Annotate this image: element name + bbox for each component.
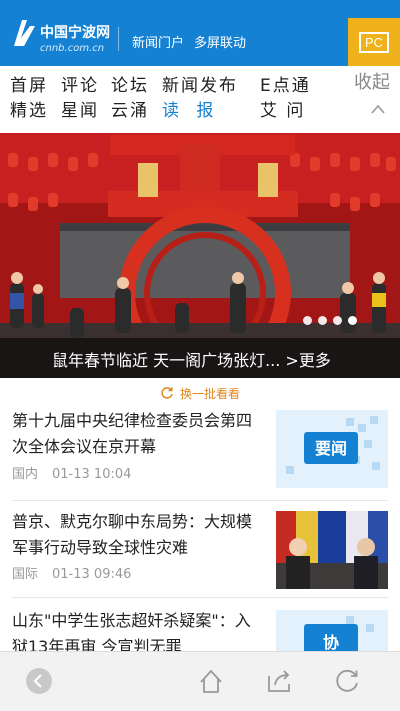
- news-item[interactable]: 山东"中学生张志超奸杀疑案"：入狱13年再审 今宣判无罪 协: [0, 598, 400, 651]
- news-category: 国内: [12, 467, 39, 482]
- refresh-batch-link[interactable]: 换一批看看: [0, 380, 400, 406]
- nav-label: 星闻: [61, 101, 99, 121]
- carousel-dot-active[interactable]: [348, 316, 357, 325]
- news-thumb-graphic: 要闻: [276, 410, 388, 488]
- share-icon[interactable]: [264, 666, 294, 696]
- nav-label: 论坛: [111, 76, 149, 96]
- thumb-text: 要闻: [315, 439, 347, 458]
- nav-label: 首屏: [10, 76, 48, 96]
- logo-domain: cnnb.com.cn: [40, 43, 105, 54]
- news-item[interactable]: 第十九届中央纪律检查委员会第四次全体会议在京开幕 国内 01-13 10:04 要…: [0, 406, 400, 500]
- nav-label: 评论: [61, 76, 99, 96]
- news-thumbnail: [276, 511, 388, 589]
- site-logo[interactable]: 中国宁波网 cnnb.com.cn: [10, 14, 120, 54]
- nav-label: 新闻发布: [162, 76, 238, 96]
- news-title: 普京、默克尔聊中东局势：大规模军事行动导致全球性灾难: [12, 512, 253, 557]
- news-time: 01-13 10:04: [52, 467, 132, 482]
- nav-label: E点通: [260, 76, 311, 96]
- home-icon[interactable]: [196, 666, 226, 696]
- carousel-dot[interactable]: [333, 316, 342, 325]
- news-portal-link[interactable]: 新闻门户: [132, 32, 184, 51]
- carousel-dot[interactable]: [318, 316, 327, 325]
- news-thumbnail: 要闻: [276, 410, 388, 488]
- logo-mark-icon: [14, 20, 35, 46]
- refresh-icon: [161, 387, 173, 399]
- news-category: 国际: [12, 567, 39, 582]
- news-item[interactable]: 普京、默克尔聊中东局势：大规模军事行动导致全球性灾难 国际 01-13 09:46: [0, 501, 400, 597]
- refresh-label: 换一批看看: [179, 386, 240, 401]
- nav-item-e-point[interactable]: E点通 艾 问: [260, 74, 311, 124]
- news-title: 山东"中学生张志超奸杀疑案"：入狱13年再审 今宣判无罪: [12, 611, 251, 651]
- news-meta: 国内 01-13 10:04: [12, 463, 131, 482]
- multiscreen-link[interactable]: 多屏联动: [194, 32, 246, 51]
- logo-name: 中国宁波网: [40, 25, 110, 41]
- thumb-text: 协: [323, 633, 339, 651]
- browser-bottom-bar: [0, 651, 400, 711]
- photo-carousel[interactable]: 鼠年春节临近 天一阁广场张灯... >更多: [0, 133, 400, 378]
- pc-version-button[interactable]: PC: [348, 18, 400, 66]
- nav-item-comment[interactable]: 评论 星闻: [61, 74, 99, 124]
- nav-item-press-release[interactable]: 新闻发布 读 报: [162, 74, 238, 124]
- site-header: 中国宁波网 cnnb.com.cn 新闻门户 多屏联动 PC: [0, 0, 400, 66]
- nav-item-forum[interactable]: 论坛 云涌: [111, 74, 149, 124]
- reload-icon[interactable]: [332, 666, 362, 696]
- news-thumb-photo: [276, 511, 388, 589]
- chevron-up-icon[interactable]: [370, 102, 386, 116]
- carousel-dot[interactable]: [303, 316, 312, 325]
- header-divider: [118, 27, 119, 51]
- carousel-caption-bar[interactable]: 鼠年春节临近 天一阁广场张灯... >更多: [0, 338, 400, 378]
- news-thumb-graphic: 协: [276, 610, 388, 651]
- news-meta: 国际 01-13 09:46: [12, 563, 131, 582]
- channel-nav: 首屏 精选 评论 星闻 论坛 云涌 新闻发布 读 报 E点通 艾 问 收起: [0, 66, 400, 133]
- carousel-caption: 鼠年春节临近 天一阁广场张灯... >更多: [52, 351, 331, 370]
- news-title: 第十九届中央纪律检查委员会第四次全体会议在京开幕: [12, 411, 253, 456]
- nav-item-homepage[interactable]: 首屏 精选: [10, 74, 48, 124]
- back-icon[interactable]: [24, 666, 54, 696]
- carousel-dots: [303, 316, 357, 325]
- nav-label: 精选: [10, 101, 48, 121]
- nav-label: 云涌: [111, 101, 149, 121]
- news-thumbnail: 协: [276, 610, 388, 651]
- news-time: 01-13 09:46: [52, 567, 132, 582]
- collapse-button[interactable]: 收起: [354, 68, 390, 94]
- nav-label: 读 报: [162, 101, 220, 121]
- pc-label: PC: [358, 31, 390, 53]
- nav-label: 艾 问: [260, 101, 306, 121]
